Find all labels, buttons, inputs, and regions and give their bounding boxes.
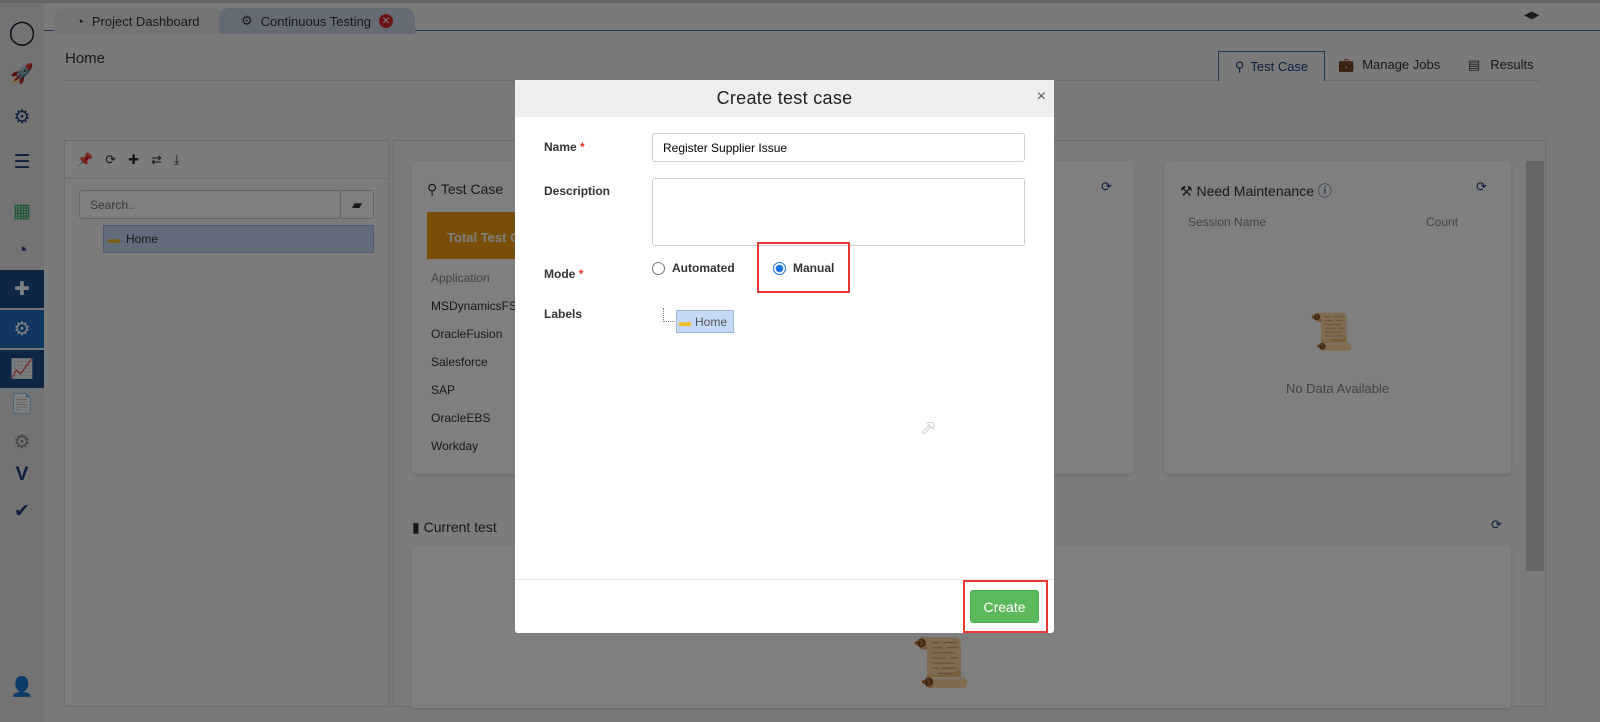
name-label: Name *	[544, 140, 585, 154]
modal-title: Create test case	[515, 80, 1054, 117]
name-input[interactable]	[652, 133, 1025, 162]
mouse-cursor-icon: ➚	[920, 417, 937, 439]
tree-connector	[663, 308, 675, 322]
description-textarea[interactable]	[652, 178, 1025, 246]
radio-manual[interactable]	[773, 261, 786, 275]
mode-automated-option[interactable]: Automated	[652, 261, 735, 275]
label-tree-node-home[interactable]: ▬ Home	[676, 310, 734, 333]
create-test-case-modal: Create test case × Name * Description Mo…	[515, 80, 1054, 633]
folder-icon: ▬	[679, 314, 691, 329]
close-icon[interactable]: ×	[1037, 88, 1046, 106]
mode-manual-option[interactable]: Manual	[773, 261, 834, 275]
mode-label: Mode *	[544, 267, 584, 281]
create-button[interactable]: Create	[970, 590, 1039, 623]
radio-automated[interactable]	[652, 261, 665, 275]
description-label: Description	[544, 184, 611, 198]
labels-label: Labels	[544, 307, 583, 321]
